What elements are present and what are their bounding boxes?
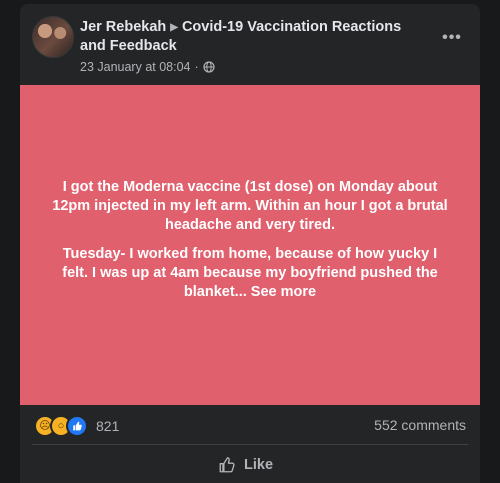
- divider: [32, 444, 468, 445]
- globe-icon: [203, 61, 215, 73]
- meta-separator: ·: [194, 60, 199, 74]
- post-text: I got the Moderna vaccine (1st dose) on …: [50, 178, 450, 312]
- author-name[interactable]: Jer Rebekah: [80, 19, 166, 35]
- post-title: Jer Rebekah ▶ Covid-19 Vaccination Reactio…: [80, 18, 420, 56]
- post-header: Jer Rebekah ▶ Covid-19 Vaccination Reactio…: [32, 16, 468, 86]
- post-body: I got the Moderna vaccine (1st dose) on …: [20, 85, 480, 405]
- post-paragraph-2: Tuesday- I worked from home, because of …: [50, 245, 450, 302]
- post-card: Jer Rebekah ▶ Covid-19 Vaccination Reactio…: [20, 4, 480, 483]
- post-paragraph-1: I got the Moderna vaccine (1st dose) on …: [52, 179, 448, 233]
- post-meta: 23 January at 08:04 ·: [80, 60, 215, 74]
- more-options-icon[interactable]: •••: [438, 28, 466, 48]
- reactions-summary[interactable]: ☹ ○ 821: [34, 415, 119, 437]
- comments-count[interactable]: 552 comments: [374, 417, 466, 433]
- see-more-link[interactable]: See more: [251, 284, 316, 300]
- avatar[interactable]: [32, 16, 74, 58]
- like-label: Like: [244, 457, 274, 473]
- thumbs-up-icon: [219, 457, 235, 473]
- arrow-right-icon: ▶: [170, 22, 178, 33]
- reaction-count: 821: [96, 418, 120, 434]
- timestamp[interactable]: 23 January at 08:04: [80, 60, 191, 74]
- like-button[interactable]: Like: [218, 456, 273, 474]
- like-reaction-icon: [66, 415, 88, 437]
